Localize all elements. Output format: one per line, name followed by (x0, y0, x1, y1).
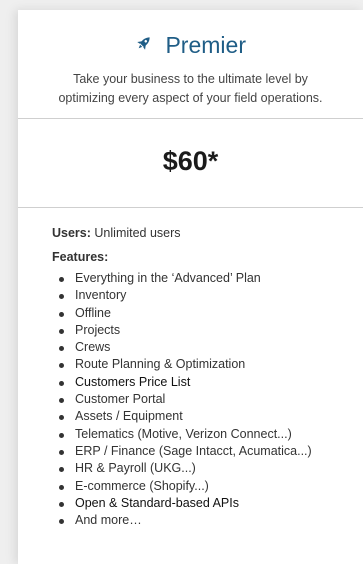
feature-text: HR & Payroll (UKG...) (75, 461, 196, 476)
bullet-icon (59, 467, 64, 473)
feature-item: Customers Price List (52, 374, 363, 391)
feature-item: Route Planning & Optimization (52, 356, 363, 373)
bullet-icon (59, 346, 64, 352)
feature-item: HR & Payroll (UKG...) (52, 460, 363, 477)
feature-item: Customer Portal (52, 391, 363, 408)
plan-tagline-line-1: Take your business to the ultimate level… (73, 72, 308, 86)
feature-item: Projects (52, 322, 363, 339)
feature-text: Route Planning & Optimization (75, 357, 246, 372)
bullet-icon (59, 449, 64, 455)
feature-item: Open & Standard-based APIs (52, 495, 363, 512)
feature-text: Customers Price List (75, 374, 191, 389)
feature-text: And more… (75, 513, 142, 528)
bullet-icon (59, 294, 64, 300)
plan-header: Premier Take your business to the ultima… (18, 10, 363, 119)
features-label: Features: (52, 250, 109, 264)
feature-text: Inventory (75, 288, 127, 303)
feature-text: Customer Portal (75, 392, 166, 407)
feature-item: Offline (52, 305, 363, 322)
users-value: Unlimited users (94, 226, 181, 240)
feature-text: Crews (75, 340, 111, 355)
bullet-icon (59, 363, 64, 369)
feature-item: Crews (52, 339, 363, 356)
feature-item: Telematics (Motive, Verizon Connect...) (52, 426, 363, 443)
plan-title-row: Premier (18, 31, 363, 59)
feature-text: Offline (75, 305, 111, 320)
feature-text: Projects (75, 322, 121, 337)
price-section: $60* (18, 119, 363, 208)
feature-text: Telematics (Motive, Verizon Connect...) (75, 426, 292, 441)
feature-item: E-commerce (Shopify...) (52, 478, 363, 495)
users-label: Users: (52, 226, 91, 240)
plan-tagline: Take your business to the ultimate level… (30, 70, 351, 108)
feature-text: E-commerce (Shopify...) (75, 478, 209, 493)
bullet-icon (59, 432, 64, 438)
feature-text: Open & Standard-based APIs (75, 495, 239, 510)
bullet-icon (59, 415, 64, 421)
bullet-icon (59, 277, 64, 282)
feature-item: Assets / Equipment (52, 408, 363, 425)
feature-item: And more… (52, 512, 363, 529)
bullet-icon (59, 501, 64, 507)
plan-tagline-line-2: optimizing every aspect of your field op… (58, 91, 323, 105)
rocket-icon (135, 34, 153, 52)
plan-price: $60* (162, 146, 219, 176)
bullet-icon (59, 328, 64, 334)
features-list: Everything in the ‘Advanced’ Plan Invent… (52, 270, 363, 529)
bullet-icon (59, 380, 64, 386)
bullet-icon (59, 519, 64, 525)
users-line: Users: Unlimited users (52, 225, 363, 241)
bullet-icon (59, 311, 64, 317)
feature-text: Assets / Equipment (75, 409, 183, 424)
plan-title: Premier (165, 32, 246, 58)
bullet-icon (59, 398, 64, 404)
feature-text: Everything in the ‘Advanced’ Plan (75, 271, 261, 285)
feature-item: ERP / Finance (Sage Intacct, Acumatica..… (52, 443, 363, 460)
pricing-card-premier: Premier Take your business to the ultima… (18, 10, 363, 564)
feature-text: ERP / Finance (Sage Intacct, Acumatica..… (75, 443, 312, 458)
bullet-icon (59, 484, 64, 490)
plan-details: Users: Unlimited users Features: Everyth… (18, 208, 363, 529)
feature-item: Everything in the ‘Advanced’ Plan (52, 270, 363, 287)
feature-item: Inventory (52, 287, 363, 304)
